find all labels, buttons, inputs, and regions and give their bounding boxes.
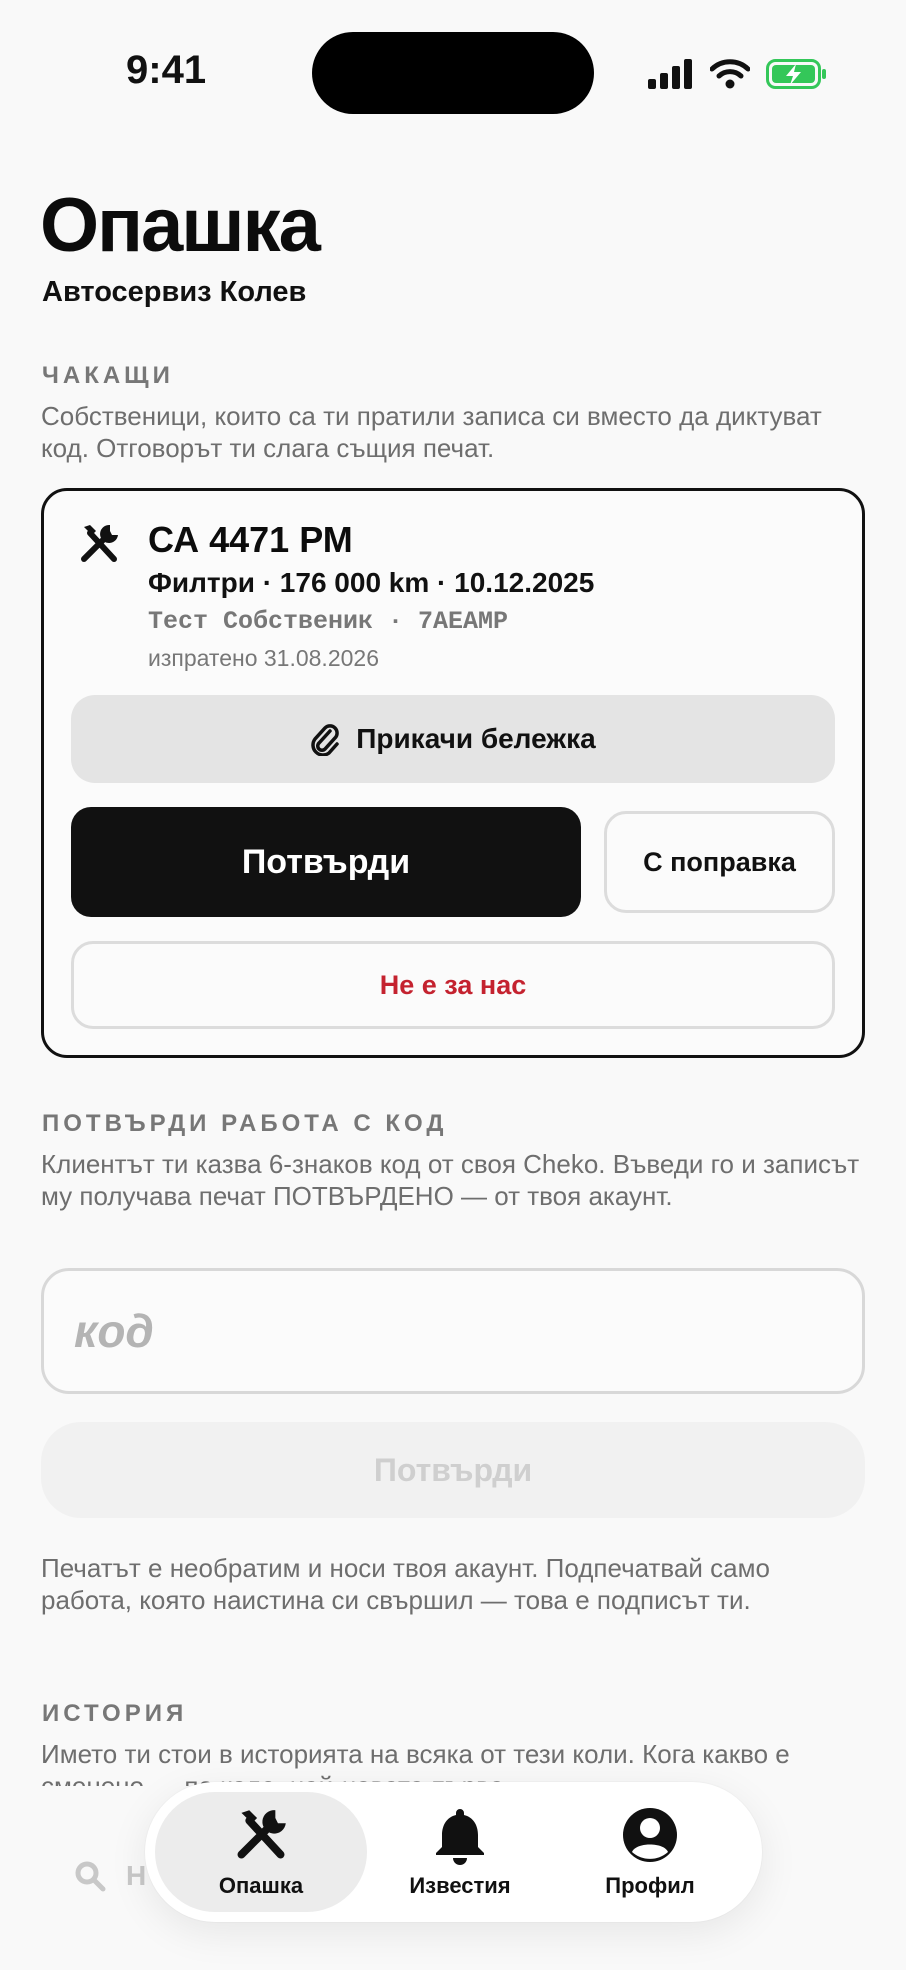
owner-and-code: Тест Собственик · 7AEAMP <box>148 607 509 636</box>
confirm-button[interactable]: Потвърди <box>71 807 581 917</box>
page-title: Опашка <box>40 183 321 268</box>
tab-profile-label: Профил <box>605 1873 695 1898</box>
paperclip-icon <box>311 724 340 756</box>
tab-notifications[interactable]: Известия <box>365 1792 555 1912</box>
search-icon <box>75 1861 106 1892</box>
tab-queue-label: Опашка <box>218 1873 304 1898</box>
signal-icon <box>648 59 692 89</box>
status-bar: 9:41 <box>0 0 906 150</box>
status-icons <box>648 52 828 96</box>
code-footnote: Печатът е необратим и носи твоя акаунт. … <box>41 1553 770 1615</box>
person-circle-icon <box>623 1808 677 1862</box>
code-input[interactable] <box>41 1268 865 1394</box>
wifi-icon <box>710 59 750 89</box>
tab-profile[interactable]: Профил <box>550 1792 750 1912</box>
code-section-description: Клиентът ти казва 6-знаков код от своя C… <box>41 1149 860 1211</box>
reject-button[interactable]: Не е за нас <box>71 941 835 1029</box>
pending-request-card: СА 4471 РМ Филтри · 176 000 km · 10.12.2… <box>41 488 865 1058</box>
tab-bar: Опашка Известия Профил <box>145 1782 762 1922</box>
wrench-screwdriver-icon <box>81 524 118 562</box>
attach-note-label: Прикачи бележка <box>356 723 596 754</box>
license-plate: СА 4471 РМ <box>148 519 353 560</box>
code-confirm-button[interactable]: Потвърди <box>41 1422 865 1518</box>
battery-icon <box>766 59 826 89</box>
search-placeholder: Н <box>126 1860 147 1891</box>
wrench-screwdriver-icon <box>237 1810 286 1859</box>
history-search[interactable]: Н <box>74 1856 146 1896</box>
history-description-wrap: Името ти стои в историята на всяка от те… <box>41 1738 861 1786</box>
history-section-label: ИСТОРИЯ <box>42 1700 188 1727</box>
tab-notifications-label: Известия <box>409 1873 511 1898</box>
sent-date: изпратено 31.08.2026 <box>148 645 379 671</box>
service-details: Филтри · 176 000 km · 10.12.2025 <box>148 567 595 598</box>
dynamic-island <box>312 32 594 114</box>
code-section-label: ПОТВЪРДИ РАБОТА С КОД <box>42 1110 448 1137</box>
history-description: Името ти стои в историята на всяка от те… <box>41 1739 790 1786</box>
status-time: 9:41 <box>126 48 207 92</box>
waiting-section-label: ЧАКАЩИ <box>42 362 174 389</box>
bell-icon <box>436 1809 484 1865</box>
tab-queue[interactable]: Опашка <box>155 1792 367 1912</box>
with-fix-button[interactable]: С поправка <box>604 811 835 913</box>
waiting-section-description: Собственици, които са ти пратили записа … <box>41 401 822 463</box>
page-subtitle: Автосервиз Колев <box>42 276 307 308</box>
attach-note-button[interactable]: Прикачи бележка <box>71 695 835 783</box>
